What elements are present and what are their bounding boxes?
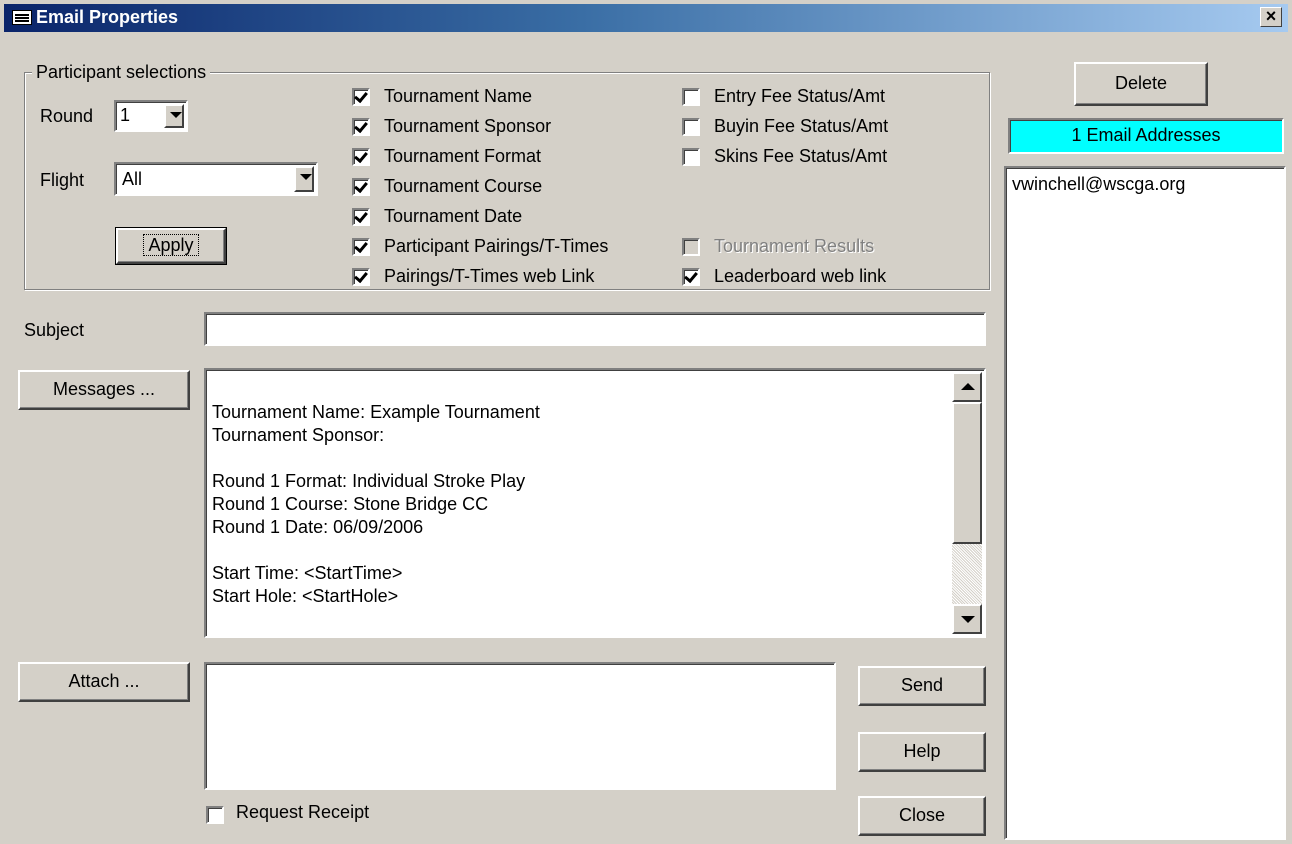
round-label: Round [40,106,94,126]
entry-fee-label: Entry Fee Status/Amt [714,86,886,106]
apply-button-label: Apply [143,234,199,256]
message-line: Start Hole: <StartHole> [212,586,399,606]
delete-button[interactable]: Delete [1074,62,1208,106]
tournament-date-label: Tournament Date [384,206,523,226]
participant-pairings-label: Participant Pairings/T-Times [384,236,609,256]
apply-button[interactable]: Apply [115,227,227,265]
close-button-label: Close [898,805,946,825]
subject-label: Subject [24,320,85,340]
tournament-results-checkbox [682,238,700,256]
round-select-value: 1 [120,105,131,125]
help-button-label: Help [903,741,941,761]
message-scrollbar[interactable] [952,372,982,634]
scroll-thumb[interactable] [952,402,982,544]
tournament-course-label: Tournament Course [384,176,543,196]
pairings-web-link-checkbox[interactable] [352,268,370,286]
participant-pairings-checkbox[interactable] [352,238,370,256]
delete-button-label: Delete [1114,73,1168,93]
email-address-list[interactable]: vwinchell@wscga.org [1004,166,1286,840]
scroll-up-arrow-icon[interactable] [952,372,982,402]
leaderboard-web-link-label: Leaderboard web link [714,266,887,286]
message-line: Start Time: <StartTime> [212,563,403,583]
send-button-label: Send [900,675,944,695]
tournament-format-checkbox[interactable] [352,148,370,166]
flight-select-value: All [122,169,143,189]
message-line: Tournament Name: Example Tournament [212,402,540,422]
send-button[interactable]: Send [858,666,986,706]
messages-button[interactable]: Messages ... [18,370,190,410]
pairings-web-link-label: Pairings/T-Times web Link [384,266,595,286]
close-button[interactable]: Close [858,796,986,836]
email-count-badge: 1 Email Addresses [1008,118,1284,154]
message-line: Round 1 Format: Individual Stroke Play [212,471,526,491]
message-line [212,447,948,470]
participant-selections-legend: Participant selections [32,62,211,83]
tournament-results-label: Tournament Results [714,236,875,256]
tournament-sponsor-label: Tournament Sponsor [384,116,552,136]
email-properties-window: Email Properties × Participant selection… [0,0,1292,844]
round-select[interactable]: 1 [114,100,188,132]
tournament-name-checkbox[interactable] [352,88,370,106]
tournament-sponsor-checkbox[interactable] [352,118,370,136]
leaderboard-web-link-checkbox[interactable] [682,268,700,286]
tournament-format-label: Tournament Format [384,146,542,166]
flight-label: Flight [40,170,85,190]
email-address-item[interactable]: vwinchell@wscga.org [1012,174,1185,195]
message-body-textarea[interactable]: Tournament Name: Example Tournament Tour… [204,368,986,638]
scroll-down-arrow-icon[interactable] [952,604,982,634]
flight-select[interactable]: All [114,162,318,196]
buyin-fee-label: Buyin Fee Status/Amt [714,116,889,136]
message-line: Round 1 Date: 06/09/2006 [212,517,424,537]
email-count-label: 1 Email Addresses [1071,125,1221,145]
attach-button[interactable]: Attach ... [18,662,190,702]
help-button[interactable]: Help [858,732,986,772]
request-receipt-checkbox[interactable] [206,806,224,824]
round-dropdown-arrow-icon[interactable] [164,104,184,128]
tournament-name-label: Tournament Name [384,86,533,106]
message-line [212,539,948,562]
title-bar: Email Properties × [4,4,1288,32]
messages-button-label: Messages ... [52,379,156,399]
tournament-date-checkbox[interactable] [352,208,370,226]
subject-input[interactable] [204,312,986,346]
message-body-text: Tournament Name: Example Tournament Tour… [212,378,948,632]
window-title: Email Properties [36,7,179,27]
tournament-course-checkbox[interactable] [352,178,370,196]
buyin-fee-checkbox[interactable] [682,118,700,136]
message-line [212,378,948,401]
entry-fee-checkbox[interactable] [682,88,700,106]
skins-fee-label: Skins Fee Status/Amt [714,146,888,166]
skins-fee-checkbox[interactable] [682,148,700,166]
attachments-box[interactable] [204,662,836,790]
attach-button-label: Attach ... [68,671,140,691]
request-receipt-label: Request Receipt [236,802,370,822]
email-window-icon [12,10,32,25]
flight-dropdown-arrow-icon[interactable] [294,166,314,192]
close-window-button[interactable]: × [1260,7,1282,27]
message-line: Tournament Sponsor: [212,425,385,445]
message-line: Round 1 Course: Stone Bridge CC [212,494,489,514]
